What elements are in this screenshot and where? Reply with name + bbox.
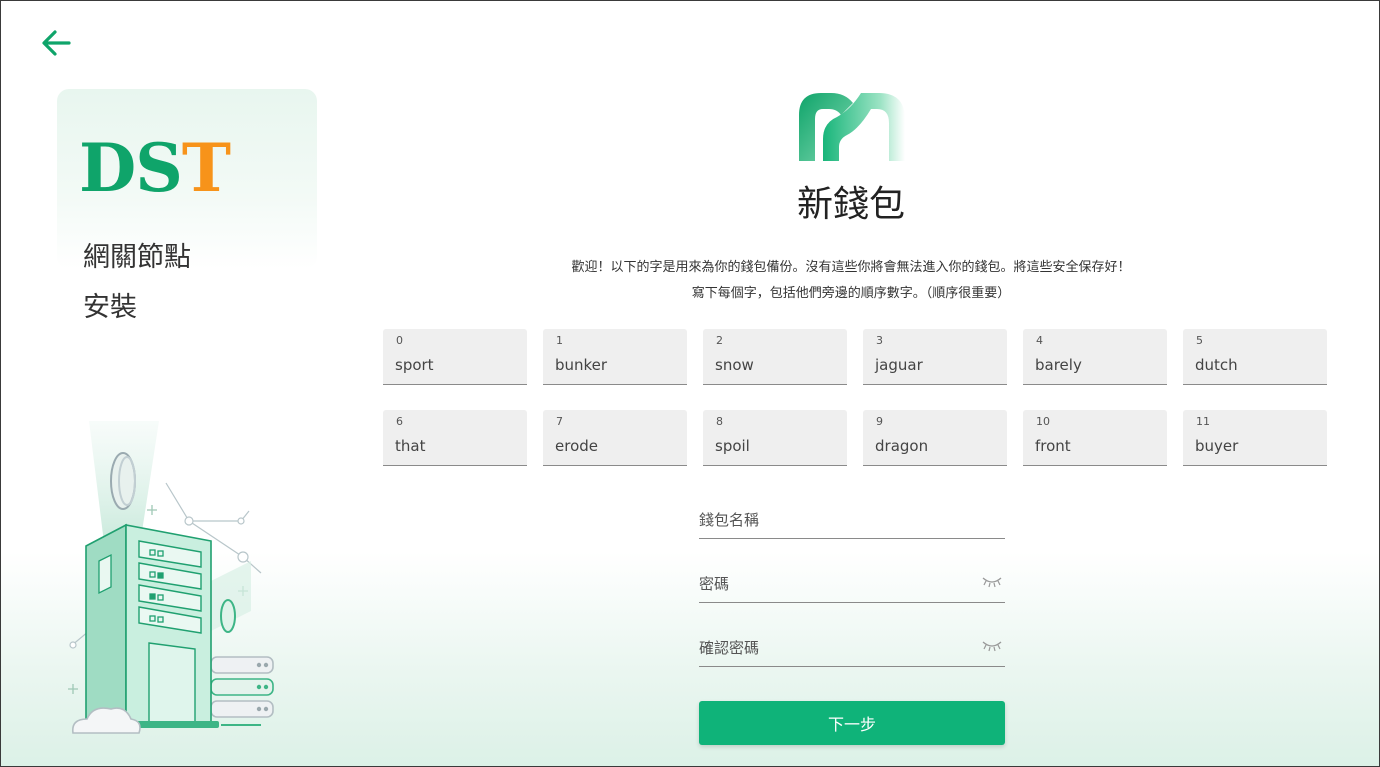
eye-closed-icon[interactable] [981,639,1003,653]
confirm-password-label: 確認密碼 [699,639,760,657]
intro-text-line2: 寫下每個字，包括他們旁邊的順序數字。（順序很重要） [691,286,1011,301]
seed-word: snow [715,356,754,374]
seed-word-index: 2 [716,334,723,347]
seed-word-cell: 2 snow [703,329,847,385]
seed-word: dutch [1195,356,1238,374]
seed-word-cell: 5 dutch [1183,329,1327,385]
seed-word-index: 3 [876,334,883,347]
wallet-logo-icon [799,93,905,161]
wallet-name-label: 錢包名稱 [699,511,760,529]
server-illustration [68,421,274,734]
sidebar-title-line1: 網關節點 [83,242,191,273]
seed-word-index: 10 [1036,415,1050,428]
seed-word: that [395,437,426,455]
seed-word-index: 7 [556,415,563,428]
sidebar-title-line2: 安裝 [83,292,137,323]
app-window: DST 網關節點 安裝 新錢包 歡迎！以下的字是用來為你的錢包備份。沒有這些你將… [0,0,1380,767]
next-step-button[interactable]: 下一步 [699,701,1005,745]
seed-word-cell: 11 buyer [1183,410,1327,466]
seed-word-cell: 3 jaguar [863,329,1007,385]
seed-word-cell: 4 barely [1023,329,1167,385]
seed-word: dragon [875,437,929,455]
seed-word-cell: 9 dragon [863,410,1007,466]
seed-word-index: 11 [1196,415,1210,428]
seed-word-cell: 6 that [383,410,527,466]
seed-word-cell: 10 front [1023,410,1167,466]
password-label: 密碼 [699,575,730,593]
seed-word-index: 8 [716,415,723,428]
seed-word-index: 4 [1036,334,1043,347]
seed-word-cell: 1 bunker [543,329,687,385]
seed-word-cell: 7 erode [543,410,687,466]
seed-word-index: 9 [876,415,883,428]
back-arrow-icon[interactable] [37,25,77,61]
password-field[interactable]: 密碼 [699,563,1005,603]
seed-word-index: 5 [1196,334,1203,347]
intro-text-line1: 歡迎！以下的字是用來為你的錢包備份。沒有這些你將會無法進入你的錢包。將這些安全保… [571,260,1131,275]
seed-word: spoil [715,437,750,455]
seed-word: front [1035,437,1071,455]
seed-word-index: 1 [556,334,563,347]
seed-word: buyer [1195,437,1239,455]
confirm-password-field[interactable]: 確認密碼 [699,627,1005,667]
eye-closed-icon[interactable] [981,575,1003,589]
seed-word-cell: 8 spoil [703,410,847,466]
seed-word-index: 6 [396,415,403,428]
seed-word: erode [555,437,598,455]
seed-word-index: 0 [396,334,403,347]
seed-word-cell: 0 sport [383,329,527,385]
seed-word: barely [1035,356,1082,374]
seed-word: jaguar [875,356,923,374]
seed-word: bunker [555,356,608,374]
wallet-name-field[interactable]: 錢包名稱 [699,499,1005,539]
seed-word: sport [395,356,434,374]
page-title: 新錢包 [796,184,905,225]
